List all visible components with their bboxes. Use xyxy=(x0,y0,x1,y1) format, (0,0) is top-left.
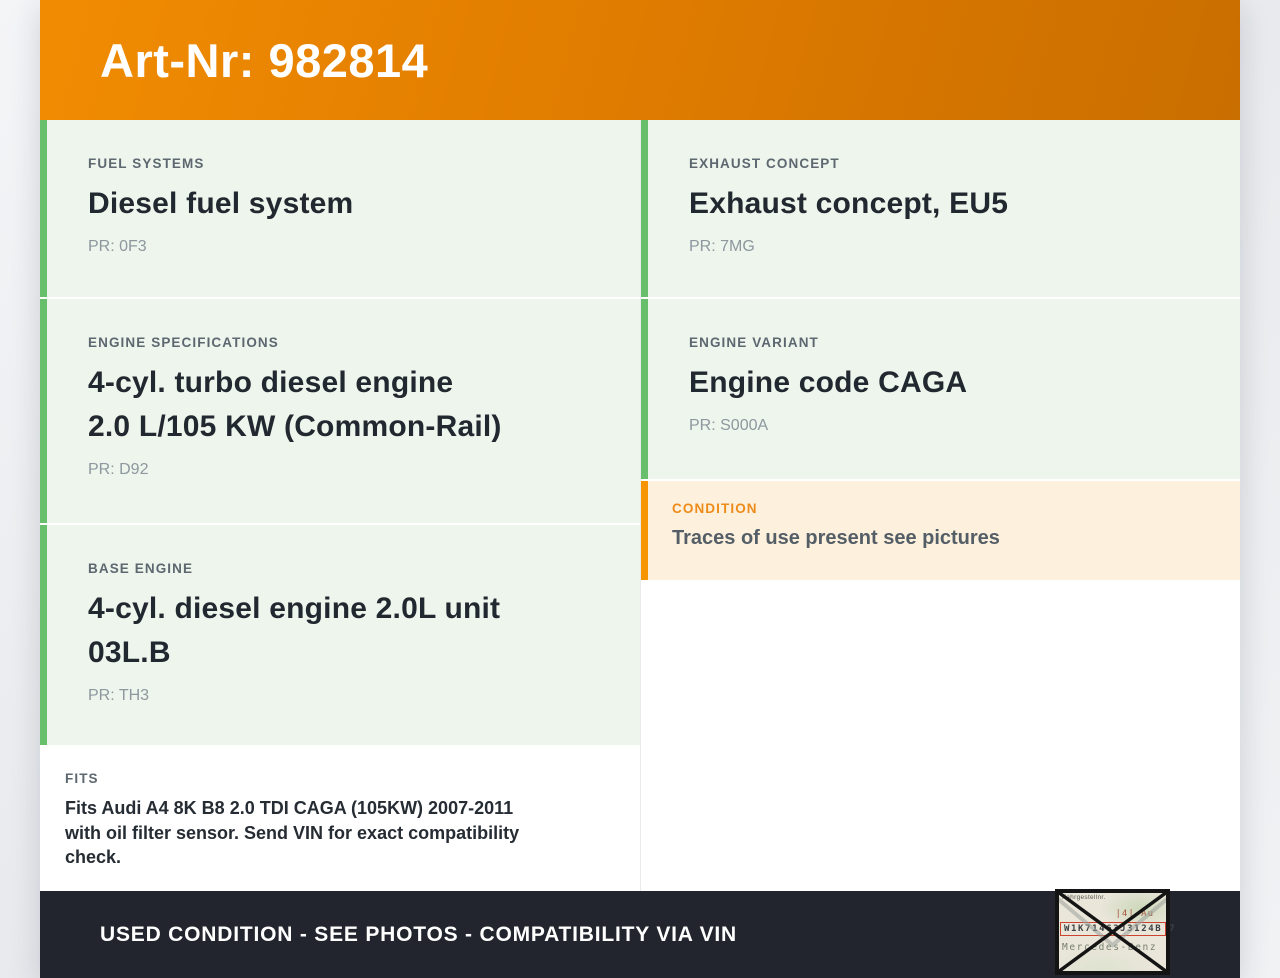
vin-suffix: 7 xyxy=(1169,924,1175,934)
condition-text: Traces of use present see pictures xyxy=(672,527,1000,549)
pr-code: PR: 0F3 xyxy=(88,238,147,255)
card-engine-specifications: ENGINE SPECIFICATIONS 4-cyl. turbo diese… xyxy=(40,299,640,523)
pr-code: PR: TH3 xyxy=(88,687,150,704)
right-column: EXHAUST CONCEPT Exhaust concept, EU5 PR:… xyxy=(640,120,1240,893)
card-base-engine: BASE ENGINE 4-cyl. diesel engine 2.0L un… xyxy=(40,525,640,745)
vin-document-thumbnail: Fahrgestellnr. |4| Au W1K71463J3124B 7 M… xyxy=(1055,889,1175,975)
card-title: Engine code CAGA xyxy=(689,366,968,399)
fits-description: Fits Audi A4 8K B8 2.0 TDI CAGA (105KW) … xyxy=(65,798,520,867)
article-number-title: Art-Nr: 982814 xyxy=(100,33,429,87)
footer-notice: USED CONDITION - SEE PHOTOS - COMPATIBIL… xyxy=(100,922,738,946)
pr-code: PR: D92 xyxy=(88,461,149,478)
broken-image-envelope-icon xyxy=(1055,889,1170,975)
card-label: FITS xyxy=(65,771,99,786)
card-fuel-systems: FUEL SYSTEMS Diesel fuel system PR: 0F3 xyxy=(40,120,640,297)
card-label: EXHAUST CONCEPT xyxy=(689,156,840,171)
listing-container: Art-Nr: 982814 FUEL SYSTEMS Diesel fuel … xyxy=(40,0,1240,978)
card-label: BASE ENGINE xyxy=(88,561,194,576)
spec-columns: FUEL SYSTEMS Diesel fuel system PR: 0F3 … xyxy=(40,120,1240,893)
card-label: ENGINE VARIANT xyxy=(689,335,819,350)
header-banner: Art-Nr: 982814 xyxy=(40,0,1240,120)
card-label: FUEL SYSTEMS xyxy=(88,156,205,171)
pr-code: PR: 7MG xyxy=(689,238,755,255)
left-column: FUEL SYSTEMS Diesel fuel system PR: 0F3 … xyxy=(40,120,640,893)
card-title: Exhaust concept, EU5 xyxy=(689,187,1009,220)
card-title: Diesel fuel system xyxy=(88,187,354,220)
card-label: CONDITION xyxy=(672,501,758,516)
card-engine-variant: ENGINE VARIANT Engine code CAGA PR: S000… xyxy=(641,299,1240,479)
card-condition: CONDITION Traces of use present see pict… xyxy=(641,481,1240,580)
right-column-filler xyxy=(641,582,1240,893)
card-exhaust-concept: EXHAUST CONCEPT Exhaust concept, EU5 PR:… xyxy=(641,120,1240,297)
pr-code: PR: S000A xyxy=(689,417,769,434)
card-label: ENGINE SPECIFICATIONS xyxy=(88,335,279,350)
card-fits: FITS Fits Audi A4 8K B8 2.0 TDI CAGA (10… xyxy=(40,747,640,891)
card-title: 4-cyl. diesel engine 2.0L unit 03L.B xyxy=(88,592,501,669)
listing-page: { "header": { "title": "Art-Nr: 982814" … xyxy=(0,0,1280,978)
card-title: 4-cyl. turbo diesel engine 2.0 L/105 KW … xyxy=(88,366,502,443)
